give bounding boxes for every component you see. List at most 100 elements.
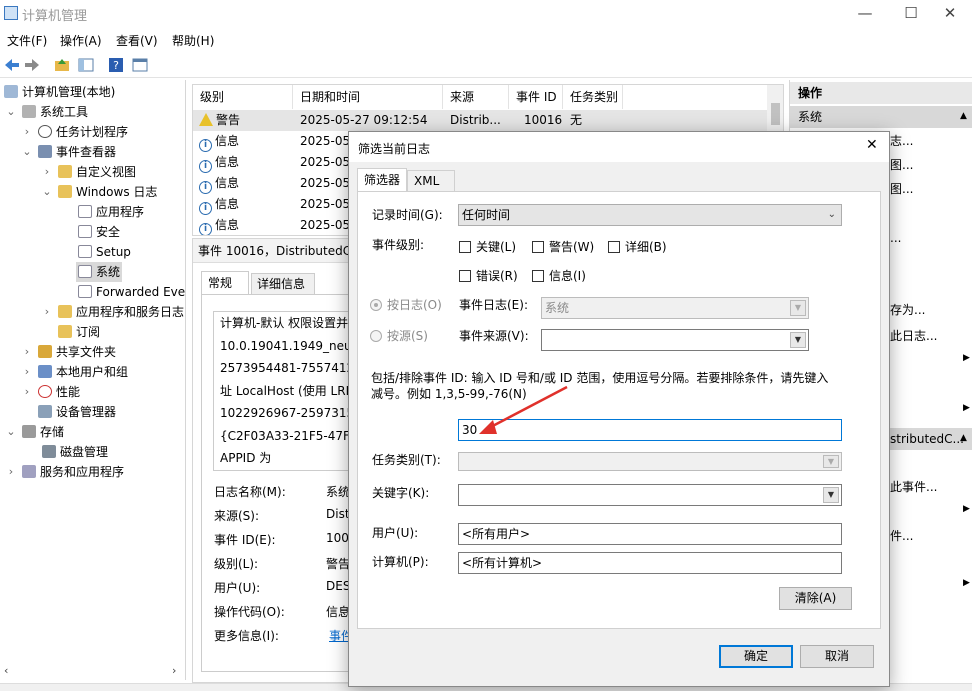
collapse-chevron-icon[interactable]: ⌄: [6, 102, 16, 122]
user-input[interactable]: <所有用户>: [458, 523, 842, 545]
level-warning-checkbox[interactable]: 警告(W): [532, 238, 594, 255]
tree-item-subscriptions[interactable]: 订阅: [58, 322, 100, 342]
tree-item-root[interactable]: 计算机管理(本地): [4, 82, 115, 102]
table-row[interactable]: 警告 2025-05-27 09:12:54 Distrib... 10016 …: [193, 110, 768, 131]
folder-icon: [58, 305, 72, 318]
forward-icon[interactable]: [22, 55, 42, 75]
tree-item-storage[interactable]: 存储: [22, 422, 64, 442]
collapse-chevron-icon[interactable]: ⌄: [42, 182, 52, 202]
level-critical-checkbox[interactable]: 关键(L): [459, 238, 516, 255]
tree-item-device-manager[interactable]: 设备管理器: [38, 402, 116, 422]
by-source-radio[interactable]: 按源(S): [370, 327, 428, 344]
tree-item-shared-folders[interactable]: 共享文件夹: [38, 342, 116, 362]
menu-help[interactable]: 帮助(H): [172, 32, 214, 49]
tree-item-application[interactable]: 应用程序: [78, 202, 144, 222]
cancel-button[interactable]: 取消: [800, 645, 874, 668]
submenu-arrow-icon[interactable]: ▶: [963, 403, 970, 413]
scroll-right-icon[interactable]: ›: [172, 664, 176, 677]
event-sources-select[interactable]: ▼: [541, 329, 809, 351]
tree-item-forwarded[interactable]: Forwarded Eve: [78, 282, 185, 302]
column-header-date[interactable]: 日期和时间: [293, 85, 443, 109]
action-item[interactable]: 志...: [890, 131, 913, 151]
log-icon: [78, 265, 92, 278]
expand-chevron-icon[interactable]: ›: [22, 122, 32, 142]
prop-log-name-value: 系统: [326, 485, 351, 499]
expand-chevron-icon[interactable]: ›: [6, 462, 16, 482]
column-header-task-category[interactable]: 任务类别: [563, 85, 623, 109]
minimize-button[interactable]: —: [842, 0, 888, 28]
action-item[interactable]: 件...: [890, 526, 913, 546]
action-item[interactable]: 图...: [890, 179, 913, 199]
tab-details[interactable]: 详细信息: [251, 273, 315, 295]
expand-chevron-icon[interactable]: ›: [42, 302, 52, 322]
scrollbar-thumb[interactable]: [771, 103, 780, 125]
column-header-event-id[interactable]: 事件 ID: [509, 85, 563, 109]
collapse-up-icon[interactable]: ▲: [960, 111, 967, 121]
ok-button[interactable]: 确定: [719, 645, 793, 668]
computer-input[interactable]: <所有计算机>: [458, 552, 842, 574]
clear-button[interactable]: 清除(A): [779, 587, 852, 610]
tree-item-task-scheduler[interactable]: 任务计划程序: [38, 122, 128, 142]
task-category-label: 任务类别(T):: [372, 453, 441, 467]
scroll-left-icon[interactable]: ‹: [4, 664, 8, 677]
expand-chevron-icon[interactable]: ›: [22, 342, 32, 362]
keywords-select[interactable]: ▼: [458, 484, 842, 506]
prop-event-id-label: 事件 ID(E):: [214, 533, 276, 547]
level-error-checkbox[interactable]: 错误(R): [459, 267, 518, 284]
up-folder-icon[interactable]: [52, 55, 72, 75]
tree-item-services-apps[interactable]: 服务和应用程序: [22, 462, 124, 482]
tree-item-security[interactable]: 安全: [78, 222, 120, 242]
tab-filter[interactable]: 筛选器: [357, 168, 407, 192]
tree-item-performance[interactable]: 性能: [38, 382, 80, 402]
task-category-select[interactable]: ▼: [458, 452, 842, 471]
column-header-source[interactable]: 来源: [443, 85, 509, 109]
close-button[interactable]: ✕: [928, 0, 972, 28]
collapse-chevron-icon[interactable]: ⌄: [6, 422, 16, 442]
menu-view[interactable]: 查看(V): [116, 32, 158, 49]
event-logs-label: 事件日志(E):: [459, 298, 528, 312]
by-log-radio[interactable]: 按日志(O): [370, 296, 442, 313]
collapse-chevron-icon[interactable]: ⌄: [22, 142, 32, 162]
tree-horizontal-scrollbar[interactable]: ‹ ›: [0, 662, 186, 680]
chevron-down-icon: ⌄: [827, 209, 836, 220]
tree-item-apps-services[interactable]: 应用程序和服务日志: [58, 302, 184, 322]
help-icon[interactable]: ?: [106, 55, 126, 75]
tab-xml[interactable]: XML: [407, 170, 455, 192]
tree-item-custom-views[interactable]: 自定义视图: [58, 162, 136, 182]
tab-general[interactable]: 常规: [201, 271, 249, 295]
info-icon: i: [199, 160, 212, 173]
action-item[interactable]: 此事件...: [890, 477, 937, 497]
tree-item-windows-logs[interactable]: Windows 日志: [58, 182, 157, 202]
expand-chevron-icon[interactable]: ›: [22, 382, 32, 402]
actions-section-system[interactable]: 系统: [790, 106, 972, 128]
menu-action[interactable]: 操作(A): [60, 32, 102, 49]
prop-user-label: 用户(U):: [214, 581, 261, 595]
show-hide-tree-icon[interactable]: [76, 55, 96, 75]
tree-item-system[interactable]: 系统: [76, 262, 123, 282]
expand-chevron-icon[interactable]: ›: [42, 162, 52, 182]
back-icon[interactable]: [2, 55, 22, 75]
tree-item-system-tools[interactable]: 系统工具: [22, 102, 88, 122]
tree-item-setup[interactable]: Setup: [78, 242, 131, 262]
action-item[interactable]: 存为...: [890, 300, 925, 320]
dialog-close-button[interactable]: ✕: [866, 137, 878, 153]
logged-select[interactable]: 任何时间 ⌄: [458, 204, 842, 226]
properties-pane-icon[interactable]: [130, 55, 150, 75]
menu-file[interactable]: 文件(F): [7, 32, 47, 49]
event-logs-select[interactable]: 系统 ▼: [541, 297, 809, 319]
tree-item-local-users[interactable]: 本地用户和组: [38, 362, 128, 382]
level-information-checkbox[interactable]: 信息(I): [532, 267, 586, 284]
submenu-arrow-icon[interactable]: ▶: [963, 353, 970, 363]
column-header-level[interactable]: 级别: [193, 85, 293, 109]
submenu-arrow-icon[interactable]: ▶: [963, 578, 970, 588]
collapse-up-icon[interactable]: ▲: [960, 433, 967, 443]
action-item[interactable]: 此日志...: [890, 326, 937, 346]
expand-chevron-icon[interactable]: ›: [22, 362, 32, 382]
submenu-arrow-icon[interactable]: ▶: [963, 504, 970, 514]
action-item[interactable]: 图...: [890, 155, 913, 175]
level-verbose-checkbox[interactable]: 详细(B): [608, 238, 667, 255]
info-icon: i: [199, 139, 212, 152]
action-item[interactable]: ...: [890, 228, 901, 248]
tree-item-disk-management[interactable]: 磁盘管理: [42, 442, 108, 462]
tree-item-event-viewer[interactable]: 事件查看器: [38, 142, 116, 162]
